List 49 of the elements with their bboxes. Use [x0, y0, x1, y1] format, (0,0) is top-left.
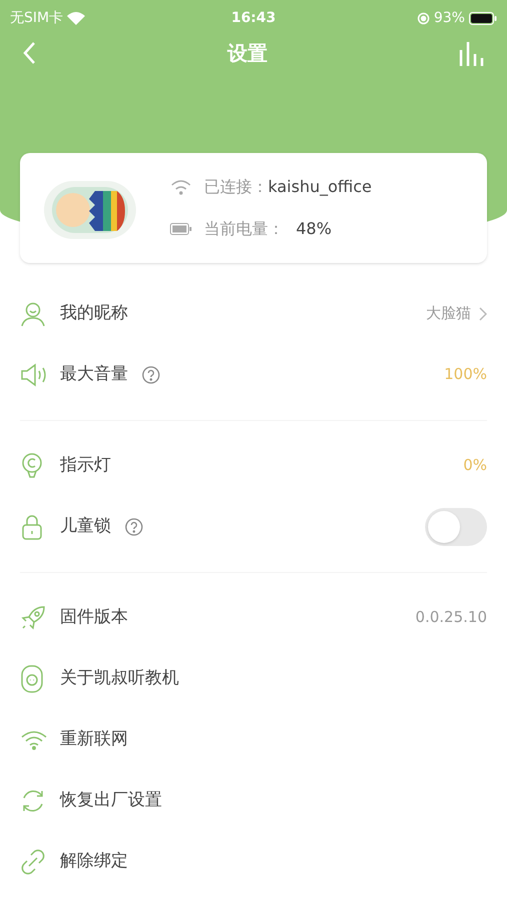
equalizer-icon[interactable] — [459, 40, 485, 66]
settings-row[interactable]: 恢复出厂设置 — [20, 770, 487, 831]
device-icon — [20, 664, 44, 694]
wifi-icon — [170, 179, 192, 195]
clock-time: 16:43 — [231, 8, 276, 28]
row-value: 大脸猫 — [426, 303, 471, 324]
speaker-icon — [20, 362, 48, 386]
row-value: 0% — [463, 455, 487, 476]
row-value: 100% — [444, 364, 487, 386]
settings-row[interactable]: 关于凯叔听教机 — [20, 648, 487, 709]
help-icon[interactable] — [125, 518, 143, 536]
settings-row[interactable]: 指示灯 0% — [20, 435, 487, 496]
row-label: 关于凯叔听教机 — [60, 666, 179, 690]
settings-row[interactable]: 儿童锁 — [20, 496, 487, 557]
row-label: 恢复出厂设置 — [60, 788, 162, 812]
row-value: 0.0.25.10 — [415, 607, 487, 628]
settings-row[interactable]: 最大音量 100% — [20, 344, 487, 405]
page-title: 设置 — [228, 40, 268, 67]
carrier-label: 无SIM卡 — [10, 8, 64, 28]
row-label: 儿童锁 — [60, 514, 111, 538]
rocket-icon — [20, 604, 46, 630]
chevron-icon — [479, 306, 487, 320]
row-label: 解除绑定 — [60, 850, 128, 873]
bulb-icon — [20, 452, 44, 480]
row-label: 固件版本 — [60, 606, 128, 629]
user-icon — [20, 300, 46, 326]
battery-label: 当前电量： — [204, 218, 284, 240]
toggle-switch[interactable] — [425, 508, 487, 546]
row-label: 我的昵称 — [60, 302, 128, 325]
wifi-signal-icon — [67, 12, 86, 24]
settings-row[interactable]: 固件版本 0.0.25.10 — [20, 587, 487, 648]
row-label: 指示灯 — [60, 454, 111, 477]
settings-row[interactable]: 我的昵称 大脸猫 — [20, 283, 487, 344]
battery-icon — [170, 223, 192, 235]
battery-icon — [468, 12, 497, 24]
network-name: kaishu_office — [268, 176, 372, 198]
broken-link-icon — [20, 848, 46, 874]
battery-percent: 93% — [434, 8, 465, 28]
battery-level: 48% — [296, 218, 332, 240]
row-label: 最大音量 — [60, 362, 128, 386]
rotation-lock-icon — [416, 12, 430, 24]
connection-label: 已连接： — [204, 176, 268, 198]
lock-icon — [20, 512, 44, 540]
row-label: 重新联网 — [60, 728, 128, 751]
wifi-icon — [20, 728, 48, 750]
settings-row[interactable]: 重新联网 — [20, 709, 487, 770]
back-icon[interactable] — [22, 41, 36, 65]
settings-row[interactable]: 解除绑定 — [20, 831, 487, 892]
help-icon[interactable] — [142, 366, 160, 384]
